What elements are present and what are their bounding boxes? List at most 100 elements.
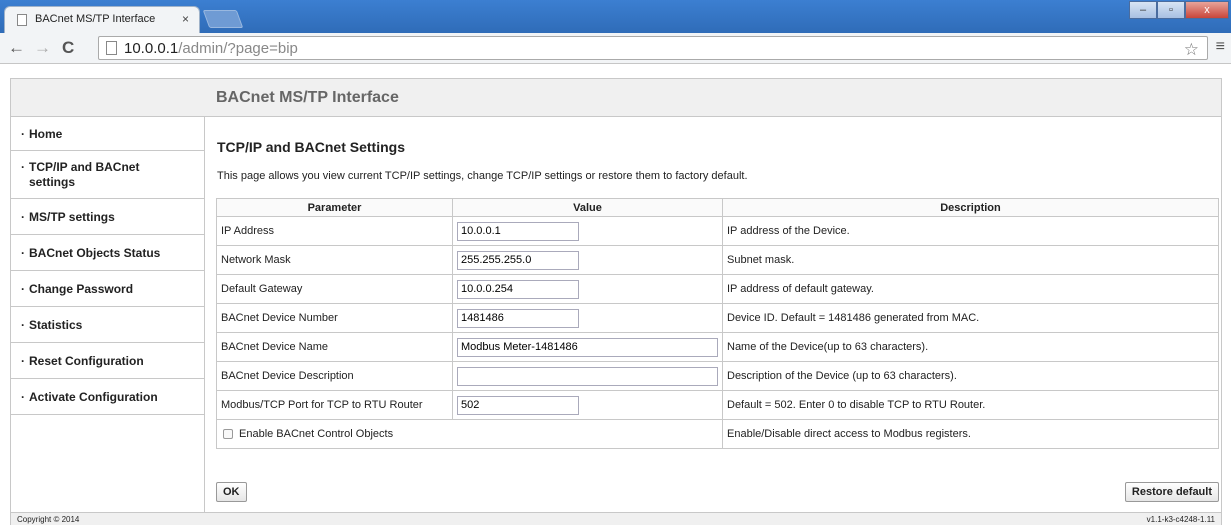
sidebar-item-objects-status[interactable]: · BACnet Objects Status bbox=[11, 235, 205, 271]
page-title: TCP/IP and BACnet Settings bbox=[217, 139, 405, 155]
column-header-value: Value bbox=[452, 198, 723, 217]
enable-control-objects-checkbox[interactable] bbox=[223, 429, 233, 440]
bullet-icon: · bbox=[21, 354, 25, 368]
param-label: BACnet Device Description bbox=[216, 361, 453, 391]
value-cell bbox=[452, 216, 723, 246]
window-controls: – ▫ x bbox=[1129, 1, 1229, 19]
param-description: Device ID. Default = 1481486 generated f… bbox=[722, 303, 1219, 333]
copyright-text: Copyright © 2014 bbox=[17, 515, 80, 524]
app-title: BACnet MS/TP Interface bbox=[216, 89, 399, 106]
version-text: v1.1-k3-c4248-1.11 bbox=[1146, 515, 1215, 524]
param-description: IP address of default gateway. bbox=[722, 274, 1219, 304]
sidebar-item-activate-config[interactable]: · Activate Configuration bbox=[11, 379, 205, 415]
column-header-parameter: Parameter bbox=[216, 198, 453, 217]
param-label: Network Mask bbox=[216, 245, 453, 275]
param-description: Default = 502. Enter 0 to disable TCP to… bbox=[722, 390, 1219, 420]
table-header-row: Parameter Value Description bbox=[216, 198, 1219, 217]
back-arrow-icon[interactable]: ← bbox=[8, 38, 25, 58]
bullet-icon: · bbox=[21, 282, 25, 296]
param-label: BACnet Device Name bbox=[216, 332, 453, 362]
restore-default-button[interactable]: Restore default bbox=[1124, 482, 1219, 502]
window-close-icon[interactable]: x bbox=[1185, 1, 1229, 19]
url-path: /admin/?page=bip bbox=[178, 40, 298, 57]
forward-arrow-icon[interactable]: → bbox=[34, 38, 51, 58]
ok-button[interactable]: OK bbox=[216, 482, 247, 502]
table-row: IP Address IP address of the Device. bbox=[216, 216, 1219, 246]
sidebar-item-label[interactable]: MS/TP settings bbox=[21, 210, 205, 225]
app-frame: BACnet MS/TP Interface · Home · TCP/IP a… bbox=[10, 78, 1222, 525]
sidebar-item-tcpip-bacnet[interactable]: · TCP/IP and BACnet settings bbox=[11, 151, 205, 199]
param-label: BACnet Device Number bbox=[216, 303, 453, 333]
bullet-icon: · bbox=[21, 246, 25, 260]
value-cell bbox=[452, 361, 723, 391]
param-label: Default Gateway bbox=[216, 274, 453, 304]
table-row: BACnet Device Number Device ID. Default … bbox=[216, 303, 1219, 333]
value-cell bbox=[452, 303, 723, 333]
sidebar-nav: · Home · TCP/IP and BACnet settings · MS… bbox=[11, 117, 205, 512]
bullet-icon: · bbox=[21, 318, 25, 332]
device-number-input[interactable] bbox=[457, 308, 579, 328]
bullet-icon: · bbox=[21, 390, 25, 404]
column-header-description: Description bbox=[722, 198, 1219, 217]
reload-icon[interactable]: C bbox=[62, 38, 74, 58]
tab-close-icon[interactable]: × bbox=[182, 12, 189, 26]
sidebar-item-reset-config[interactable]: · Reset Configuration bbox=[11, 343, 205, 379]
param-label: IP Address bbox=[216, 216, 453, 246]
address-bar[interactable]: 10.0.0.1/admin/?page=bip ☆ bbox=[98, 36, 1208, 60]
network-mask-input[interactable] bbox=[457, 250, 579, 270]
page-intro-text: This page allows you view current TCP/IP… bbox=[217, 170, 748, 182]
sidebar-item-home[interactable]: · Home bbox=[11, 117, 205, 151]
table-row: Enable BACnet Control Objects Enable/Dis… bbox=[216, 419, 1219, 449]
sidebar-item-mstp[interactable]: · MS/TP settings bbox=[11, 199, 205, 235]
browser-tab[interactable]: BACnet MS/TP Interface × bbox=[4, 6, 200, 33]
ip-address-input[interactable] bbox=[457, 221, 579, 241]
value-cell bbox=[452, 274, 723, 304]
param-label: Modbus/TCP Port for TCP to RTU Router bbox=[216, 390, 453, 420]
sidebar-item-label[interactable]: Reset Configuration bbox=[21, 354, 205, 369]
bookmark-star-icon[interactable]: ☆ bbox=[1184, 40, 1199, 60]
value-cell bbox=[452, 332, 723, 362]
table-row: Network Mask Subnet mask. bbox=[216, 245, 1219, 275]
param-description: Enable/Disable direct access to Modbus r… bbox=[722, 419, 1219, 449]
value-cell bbox=[452, 245, 723, 275]
sidebar-item-label[interactable]: Activate Configuration bbox=[21, 390, 205, 405]
table-row: Modbus/TCP Port for TCP to RTU Router De… bbox=[216, 390, 1219, 420]
app-header: BACnet MS/TP Interface bbox=[11, 79, 1221, 117]
page-icon bbox=[17, 14, 27, 26]
maximize-icon[interactable]: ▫ bbox=[1157, 1, 1185, 19]
app-footer: Copyright © 2014 v1.1-k3-c4248-1.11 bbox=[11, 512, 1221, 525]
url-host: 10.0.0.1 bbox=[124, 40, 179, 57]
param-description: IP address of the Device. bbox=[722, 216, 1219, 246]
table-row: BACnet Device Description Description of… bbox=[216, 361, 1219, 391]
settings-table: Parameter Value Description IP Address I… bbox=[216, 198, 1219, 449]
bullet-icon: · bbox=[21, 160, 25, 174]
checkbox-label[interactable]: Enable BACnet Control Objects bbox=[239, 428, 393, 440]
new-tab-button[interactable] bbox=[202, 10, 244, 28]
browser-menu-icon[interactable]: ≡ bbox=[1216, 38, 1225, 56]
default-gateway-input[interactable] bbox=[457, 279, 579, 299]
browser-tab-bar: BACnet MS/TP Interface × – ▫ x bbox=[0, 0, 1231, 33]
bullet-icon: · bbox=[21, 210, 25, 224]
sidebar-item-label[interactable]: Home bbox=[21, 127, 205, 142]
sidebar-item-change-password[interactable]: · Change Password bbox=[11, 271, 205, 307]
sidebar-item-label[interactable]: BACnet Objects Status bbox=[21, 246, 205, 261]
table-row: BACnet Device Name Name of the Device(up… bbox=[216, 332, 1219, 362]
tab-title: BACnet MS/TP Interface bbox=[35, 13, 156, 25]
sidebar-item-label[interactable]: Change Password bbox=[21, 282, 205, 297]
bullet-icon: · bbox=[21, 127, 25, 141]
minimize-icon[interactable]: – bbox=[1129, 1, 1157, 19]
value-cell bbox=[452, 390, 723, 420]
device-description-input[interactable] bbox=[457, 366, 718, 386]
sidebar-item-label[interactable]: TCP/IP and BACnet settings bbox=[21, 160, 171, 190]
main-content: TCP/IP and BACnet Settings This page all… bbox=[206, 117, 1221, 512]
table-row: Default Gateway IP address of default ga… bbox=[216, 274, 1219, 304]
page-icon bbox=[106, 41, 117, 55]
param-description: Name of the Device(up to 63 characters). bbox=[722, 332, 1219, 362]
modbus-tcp-port-input[interactable] bbox=[457, 395, 579, 415]
sidebar-item-statistics[interactable]: · Statistics bbox=[11, 307, 205, 343]
param-description: Subnet mask. bbox=[722, 245, 1219, 275]
browser-toolbar: ← → C 10.0.0.1/admin/?page=bip ☆ ≡ bbox=[0, 33, 1231, 64]
sidebar-item-label[interactable]: Statistics bbox=[21, 318, 205, 333]
device-name-input[interactable] bbox=[457, 337, 718, 357]
url-text[interactable]: 10.0.0.1/admin/?page=bip bbox=[124, 40, 298, 57]
